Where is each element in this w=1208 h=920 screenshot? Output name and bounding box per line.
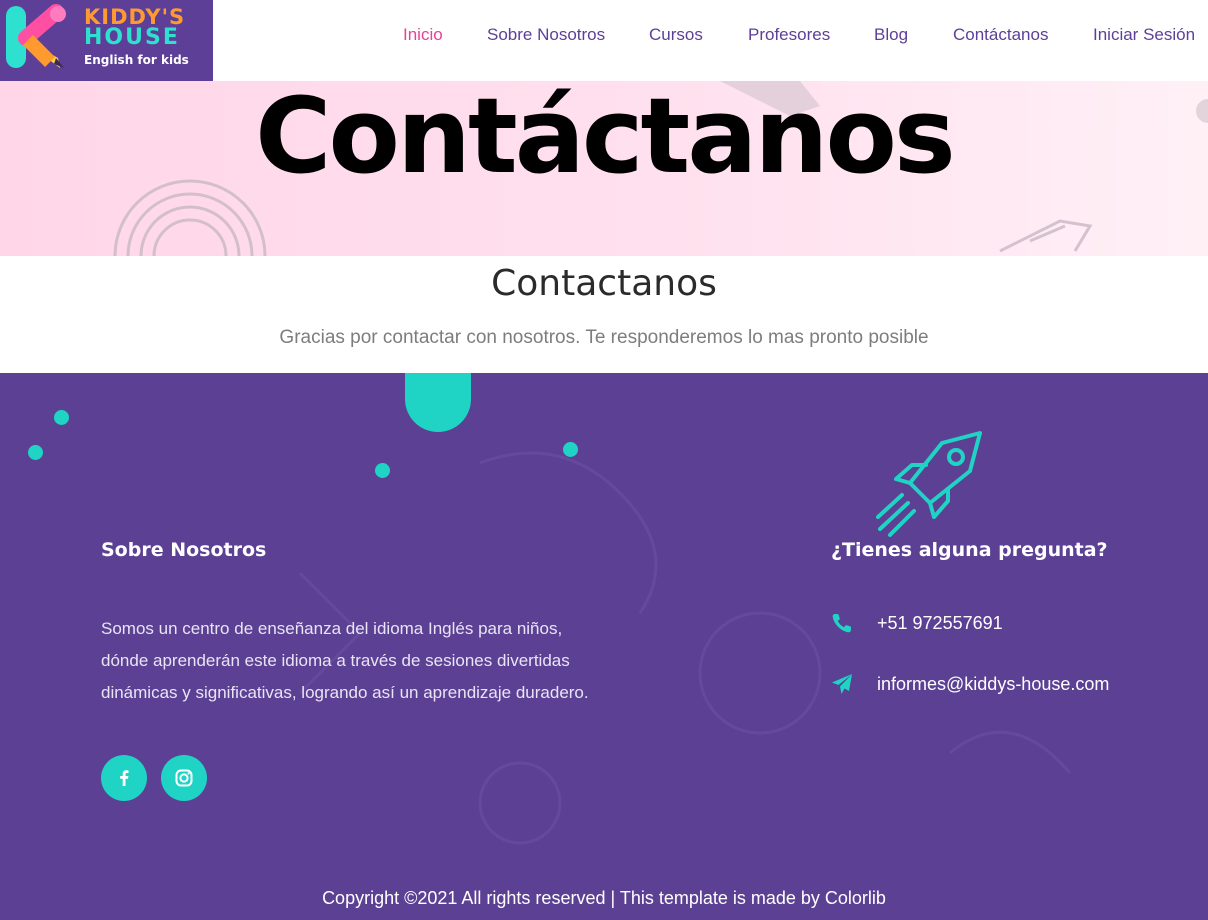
footer-about-heading: Sobre Nosotros xyxy=(101,539,267,561)
contact-confirmation-section: Contactanos Gracias por contactar con no… xyxy=(0,256,1208,373)
site-logo[interactable]: KIDDY'S HOUSE English for kids xyxy=(0,0,213,81)
hero-banner: Contáctanos xyxy=(0,81,1208,256)
footer-contact-heading: ¿Tienes alguna pregunta? xyxy=(831,539,1108,561)
confirmation-text: Gracias por contactar con nosotros. Te r… xyxy=(279,327,929,348)
rocket-icon xyxy=(876,431,982,537)
site-header: KIDDY'S HOUSE English for kids Inicio So… xyxy=(0,0,1208,81)
decorative-dot xyxy=(375,463,390,478)
instagram-button[interactable] xyxy=(161,755,207,801)
footer-copyright: Copyright ©2021 All rights reserved | Th… xyxy=(322,888,886,908)
facebook-icon xyxy=(120,770,129,786)
decorative-dot xyxy=(54,410,69,425)
footer-phone[interactable]: +51 972557691 xyxy=(877,612,1003,634)
nav-item-blog[interactable]: Blog xyxy=(874,25,908,47)
hero-title: Contáctanos xyxy=(255,81,956,197)
facebook-button[interactable] xyxy=(101,755,147,801)
phone-icon xyxy=(832,614,851,633)
footer-email[interactable]: informes@kiddys-house.com xyxy=(877,673,1109,695)
footer-about-text: Somos un centro de enseñanza del idioma … xyxy=(101,619,589,702)
k-pencil-logo-icon xyxy=(6,4,66,68)
nav-item-profesores[interactable]: Profesores xyxy=(748,25,830,47)
paper-plane-icon xyxy=(832,674,852,694)
nav-item-sobre-nosotros[interactable]: Sobre Nosotros xyxy=(487,25,605,47)
nav-item-cursos[interactable]: Cursos xyxy=(649,25,703,47)
logo-tagline: English for kids xyxy=(84,53,189,67)
decorative-dot xyxy=(28,445,43,460)
logo-name-line2: HOUSE xyxy=(84,25,180,50)
site-footer: Sobre Nosotros Somos un centro de enseña… xyxy=(0,373,1208,920)
nav-item-iniciar-sesion[interactable]: Iniciar Sesión xyxy=(1093,25,1195,47)
nav-item-inicio[interactable]: Inicio xyxy=(403,25,443,47)
confirmation-title: Contactanos xyxy=(491,263,717,304)
instagram-icon xyxy=(175,769,193,787)
decorative-dot xyxy=(563,442,578,457)
nav-item-contactanos[interactable]: Contáctanos xyxy=(953,25,1048,47)
